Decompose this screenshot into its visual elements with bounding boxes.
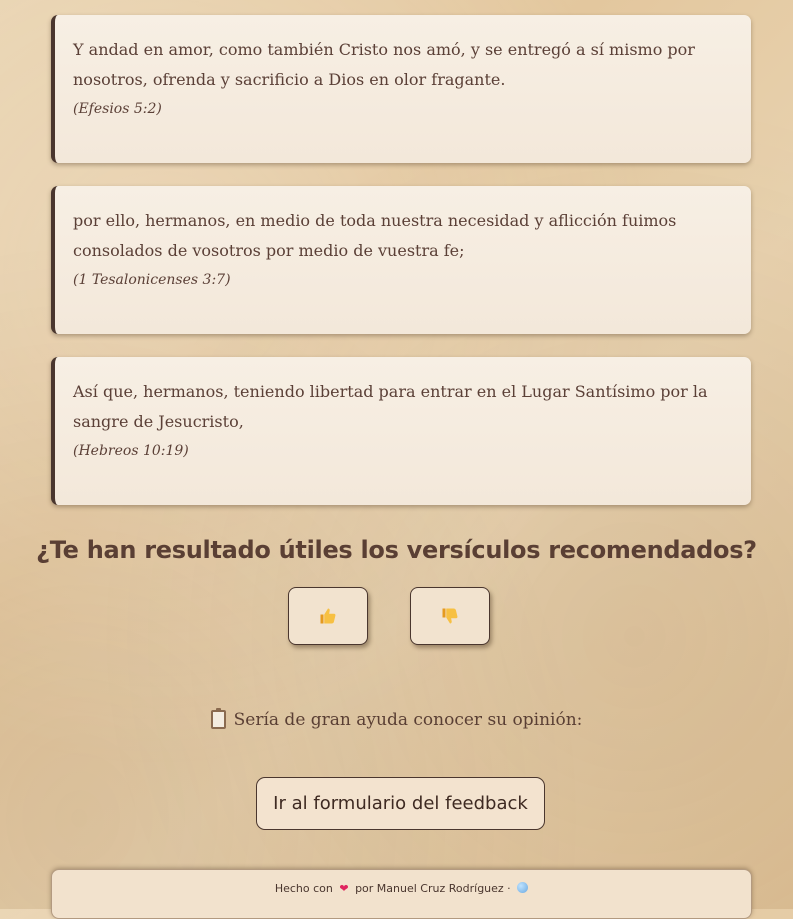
verse-reference: (1 Tesalonicenses 3:7) bbox=[73, 272, 231, 288]
thumbs-down-icon bbox=[442, 608, 458, 624]
thumbs-up-button[interactable] bbox=[288, 587, 368, 645]
verse-card: Así que, hermanos, teniendo libertad par… bbox=[51, 357, 751, 505]
footer-made-with: Hecho con bbox=[274, 882, 333, 895]
feedback-question: ¿Te han resultado útiles los versículos … bbox=[36, 536, 757, 564]
footer: Hecho con ❤ por Manuel Cruz Rodríguez · bbox=[51, 869, 752, 919]
thumbs-up-icon bbox=[320, 608, 336, 624]
verse-card: Y andad en amor, como también Cristo nos… bbox=[51, 15, 751, 163]
thumbs-down-button[interactable] bbox=[410, 587, 490, 645]
verse-reference: (Efesios 5:2) bbox=[73, 101, 162, 117]
clipboard-icon bbox=[210, 708, 226, 729]
footer-author[interactable]: por Manuel Cruz Rodríguez · bbox=[355, 882, 511, 895]
verse-card: por ello, hermanos, en medio de toda nue… bbox=[51, 186, 751, 334]
verse-text: por ello, hermanos, en medio de toda nue… bbox=[73, 211, 677, 260]
globe-icon[interactable] bbox=[517, 882, 529, 893]
verse-text: Así que, hermanos, teniendo libertad par… bbox=[73, 382, 708, 431]
opinion-prompt: Sería de gran ayuda conocer su opinión: bbox=[0, 708, 793, 730]
verse-text: Y andad en amor, como también Cristo nos… bbox=[73, 40, 695, 89]
heart-icon: ❤ bbox=[339, 882, 349, 895]
opinion-text: Sería de gran ayuda conocer su opinión: bbox=[233, 710, 583, 730]
verse-reference: (Hebreos 10:19) bbox=[73, 443, 189, 459]
feedback-form-button[interactable]: Ir al formulario del feedback bbox=[256, 777, 545, 830]
